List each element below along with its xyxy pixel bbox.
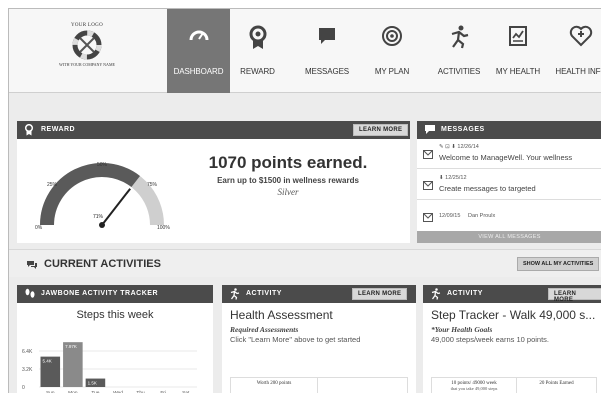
medal-icon <box>249 25 266 49</box>
message-item[interactable]: ⬇ 12/25/12 Create messages to targeted <box>417 170 601 200</box>
activity2-footer-points: 20 Points Earned <box>539 381 574 386</box>
reward-subtitle: Earn up to $1500 in wellness rewards <box>217 176 359 185</box>
nav-label: REWARD <box>240 67 275 76</box>
top-nav: YOUR LOGO WITH YOUR COMPANY NAME DASHBOA… <box>9 9 601 93</box>
reward-header: REWARD LEARN MORE <box>17 121 410 139</box>
activity1-header-title: ACTIVITY <box>246 290 282 297</box>
logo-lifebuoy-icon <box>72 30 102 60</box>
nav-label: MESSAGES <box>304 67 350 76</box>
health-chart-icon <box>509 26 527 46</box>
logo-top-text: YOUR LOGO <box>70 23 103 28</box>
messages-header-title: MESSAGES <box>441 126 485 133</box>
activity2-footer-subtext: that you take 49,000 steps <box>450 386 498 391</box>
logo-bottom-text: WITH YOUR COMPANY NAME <box>59 62 115 67</box>
activity1-description: Click "Learn More" above to get started <box>230 335 361 344</box>
envelope-icon <box>423 181 433 190</box>
activity1-title: Health Assessment <box>230 308 333 322</box>
gauge-tick-50: 50% <box>97 162 108 168</box>
activity1-card: Health Assessment Required Assessments C… <box>222 303 416 393</box>
activity1-footer-box: Worth 200 points <box>230 377 318 393</box>
activity1-footer-box-2 <box>318 377 408 393</box>
target-icon <box>382 26 402 46</box>
tracker-header-title: JAWBONE ACTIVITY TRACKER <box>41 290 159 297</box>
footprints-icon <box>25 288 35 298</box>
nav-label: MY PLAN <box>374 67 410 76</box>
runner-icon <box>431 288 441 300</box>
chat-bubbles-icon <box>27 261 37 269</box>
tracker-title: Steps this week <box>76 309 154 321</box>
nav-health-info[interactable]: HEALTH INFO <box>550 9 601 93</box>
gauge-tick-75: 75% <box>147 182 158 188</box>
nav-label: DASHBOARD <box>173 67 224 76</box>
reward-header-title: REWARD <box>41 126 76 133</box>
gauge-value-label: 71% <box>93 214 104 220</box>
messages-header: MESSAGES <box>417 121 601 139</box>
chat-icon <box>425 125 435 134</box>
chart-y-tick: 6.4K <box>22 349 33 355</box>
activity2-footer-box: 10 points/ 49000 week that you take 49,0… <box>431 377 517 393</box>
activity2-subtitle: *Your Health Goals <box>431 325 493 334</box>
nav-activities[interactable]: ACTIVITIES <box>431 9 487 93</box>
message-text: Welcome to ManageWell. Your wellness <box>439 153 573 162</box>
chart-bar-label: 7.97K <box>65 344 77 349</box>
reward-tier: Silver <box>277 187 299 197</box>
envelope-icon <box>423 150 433 159</box>
activity2-description: 49,000 steps/week earns 10 points. <box>431 335 549 344</box>
activity1-learn-more-button[interactable]: LEARN MORE <box>352 288 408 300</box>
activity1-header: ACTIVITY LEARN MORE <box>222 285 416 303</box>
activity1-subtitle: Required Assessments <box>230 325 299 334</box>
nav-label: MY HEALTH <box>495 67 541 76</box>
tracker-header: JAWBONE ACTIVITY TRACKER <box>17 285 213 303</box>
activity2-footer-box-2: 20 Points Earned <box>517 377 597 393</box>
runner-icon <box>230 288 240 300</box>
reward-learn-more-button[interactable]: LEARN MORE <box>353 124 409 136</box>
nav-dashboard[interactable]: DASHBOARD <box>167 9 230 93</box>
company-logo[interactable]: YOUR LOGO WITH YOUR COMPANY NAME <box>53 23 121 81</box>
message-meta: ✎ ⊡ ⬇ 12/26/14 <box>439 144 479 150</box>
nav-messages[interactable]: MESSAGES <box>297 9 357 93</box>
nav-reward[interactable]: REWARD <box>230 9 285 93</box>
message-item[interactable]: ✎ ⊡ ⬇ 12/26/14 Welcome to ManageWell. Yo… <box>417 139 601 169</box>
show-all-activities-button[interactable]: SHOW ALL MY ACTIVITIES <box>517 257 600 271</box>
activity2-header: ACTIVITY LEARN MORE <box>423 285 601 303</box>
gauge-tick-25: 25% <box>47 182 58 188</box>
reward-card: 0% 25% 50% 75% 100% 71% 1070 points earn… <box>17 139 410 243</box>
tracker-card: Steps this week 6.4K3.2K05.4KSun7.97KMon… <box>17 303 213 393</box>
nav-my-plan[interactable]: MY PLAN <box>364 9 420 93</box>
activity2-title: Step Tracker - Walk 49,000 s... <box>431 308 596 322</box>
medal-icon <box>24 124 34 136</box>
nav-my-health[interactable]: MY HEALTH <box>487 9 549 93</box>
activity1-footer-text: Worth 200 points <box>256 381 292 386</box>
gauge-tick-100: 100% <box>157 225 170 231</box>
gauge-icon <box>189 30 208 41</box>
nav-label: ACTIVITIES <box>437 67 481 76</box>
chart-y-tick: 0 <box>22 385 25 391</box>
view-all-messages-button[interactable]: VIEW ALL MESSAGES <box>417 231 601 243</box>
current-activities-bar: CURRENT ACTIVITIES SHOW ALL MY ACTIVITIE… <box>9 249 601 277</box>
message-meta: 12/09/15 Dan Proulx <box>439 213 496 219</box>
reward-gauge: 0% 25% 50% 75% 100% 71% <box>35 162 170 231</box>
chat-icon <box>319 28 335 44</box>
message-item[interactable]: 12/09/15 Dan Proulx <box>417 201 601 229</box>
envelope-icon <box>423 213 433 222</box>
message-meta: ⬇ 12/25/12 <box>439 175 467 181</box>
chart-bar-label: 1.5K <box>88 381 97 386</box>
nav-label: HEALTH INFO <box>555 67 601 76</box>
current-activities-title: CURRENT ACTIVITIES <box>44 258 161 270</box>
steps-chart: 6.4K3.2K05.4KSun7.97KMon1.5KTueWedThuFri… <box>22 342 197 393</box>
gauge-tick-0: 0% <box>35 225 43 231</box>
app-frame: YOUR LOGO WITH YOUR COMPANY NAME DASHBOA… <box>8 8 601 393</box>
activity2-card: Step Tracker - Walk 49,000 s... *Your He… <box>423 303 601 393</box>
messages-card: ✎ ⊡ ⬇ 12/26/14 Welcome to ManageWell. Yo… <box>417 139 601 243</box>
activity2-learn-more-button[interactable]: LEARN MORE <box>548 288 601 303</box>
message-text: Create messages to targeted <box>439 184 536 193</box>
activity2-header-title: ACTIVITY <box>447 290 483 297</box>
chart-y-tick: 3.2K <box>22 367 33 373</box>
runner-icon <box>451 25 469 49</box>
heart-shield-icon <box>569 25 593 47</box>
points-earned: 1070 points earned. <box>208 153 368 172</box>
chart-bar-label: 5.4K <box>43 359 52 364</box>
